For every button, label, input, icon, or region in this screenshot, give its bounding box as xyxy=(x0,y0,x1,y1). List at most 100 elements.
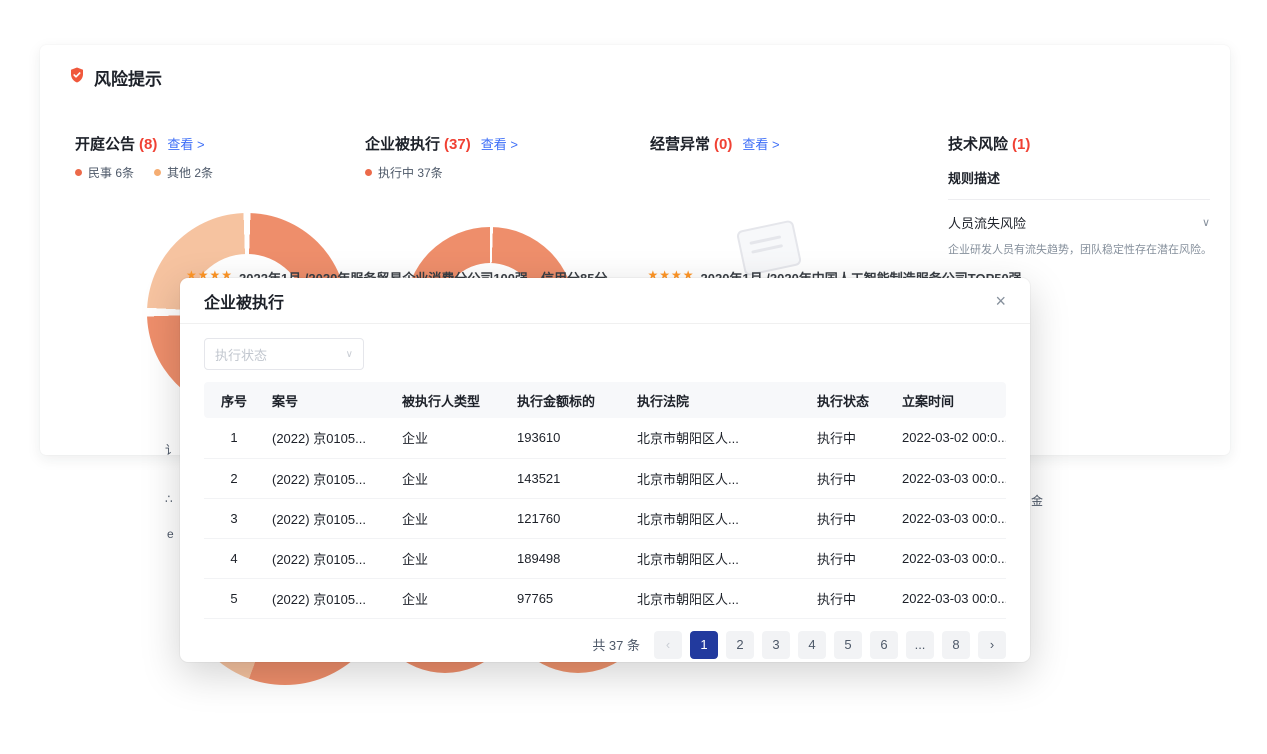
col-header: 案号 xyxy=(264,382,394,418)
table-header-row: 序号 案号 被执行人类型 执行金额标的 执行法院 执行状态 立案时间 xyxy=(204,382,1006,418)
col-label: 技术风险 xyxy=(948,133,1008,154)
rule-description-heading: 规则描述 xyxy=(948,168,1210,187)
cell-status: 执行中 xyxy=(809,418,894,458)
table-row: 4 (2022) 京0105... 企业 189498 北京市朝阳区人... 执… xyxy=(204,538,1006,578)
pagination-page-3[interactable]: 3 xyxy=(762,631,790,659)
risk-panel-header: 风险提示 xyxy=(68,65,162,90)
legend-label: 其他 2条 xyxy=(167,164,213,181)
risk-col-tech-risk: 技术风险 (1) 规则描述 人员流失风险 ∨ 企业研发人员有流失趋势，团队稳定性… xyxy=(948,133,1210,257)
cell-court: 北京市朝阳区人... xyxy=(629,458,809,498)
col-header: 立案时间 xyxy=(894,382,1006,418)
enforcement-table: 序号 案号 被执行人类型 执行金额标的 执行法院 执行状态 立案时间 1 (20… xyxy=(204,382,1006,619)
chevron-down-icon: ∨ xyxy=(346,349,353,360)
cell-case-no: (2022) 京0105... xyxy=(264,458,394,498)
table-row: 2 (2022) 京0105... 企业 143521 北京市朝阳区人... 执… xyxy=(204,458,1006,498)
pagination-page-6[interactable]: 6 xyxy=(870,631,898,659)
enforced-detail-dialog: 企业被执行 × 执行状态 ∨ 序号 案号 被执行人类型 执行金额标的 执行法院 … xyxy=(180,278,1030,662)
cell-index: 3 xyxy=(204,498,264,538)
cell-index: 1 xyxy=(204,418,264,458)
cell-amount: 143521 xyxy=(509,458,629,498)
pagination: 共 37 条 ‹ 1 2 3 4 5 6 ... 8 › xyxy=(204,631,1006,659)
close-icon[interactable]: × xyxy=(995,292,1006,310)
cell-status: 执行中 xyxy=(809,498,894,538)
legend-dot-in-progress xyxy=(365,169,372,176)
tech-risk-item-desc: 企业研发人员有流失趋势，团队稳定性存在潜在风险。 xyxy=(948,241,1210,257)
risk-col-enforced: 企业被执行 (37) 查看 > xyxy=(365,133,518,154)
cell-court: 北京市朝阳区人... xyxy=(629,578,809,618)
table-row: 3 (2022) 京0105... 企业 121760 北京市朝阳区人... 执… xyxy=(204,498,1006,538)
dialog-title: 企业被执行 xyxy=(204,289,284,313)
cell-date: 2022-03-03 00:0... xyxy=(894,458,1006,498)
tech-risk-item[interactable]: 人员流失风险 ∨ xyxy=(948,213,1210,232)
cell-index: 2 xyxy=(204,458,264,498)
col-label: 企业被执行 xyxy=(365,133,440,154)
shield-icon xyxy=(68,66,86,89)
cell-case-no: (2022) 京0105... xyxy=(264,578,394,618)
cell-case-no: (2022) 京0105... xyxy=(264,538,394,578)
col-count: (0) xyxy=(714,136,732,153)
select-placeholder: 执行状态 xyxy=(215,345,267,364)
cell-index: 5 xyxy=(204,578,264,618)
legend-label: 民事 6条 xyxy=(88,164,134,181)
cell-type: 企业 xyxy=(394,418,509,458)
table-row: 5 (2022) 京0105... 企业 97765 北京市朝阳区人... 执行… xyxy=(204,578,1006,618)
court-chart-legend: 民事 6条 其他 2条 xyxy=(75,164,213,181)
cell-status: 执行中 xyxy=(809,578,894,618)
view-link-abnormal[interactable]: 查看 > xyxy=(742,134,779,153)
col-header: 执行法院 xyxy=(629,382,809,418)
col-header: 执行状态 xyxy=(809,382,894,418)
cell-case-no: (2022) 京0105... xyxy=(264,418,394,458)
cell-type: 企业 xyxy=(394,538,509,578)
tech-risk-item-label: 人员流失风险 xyxy=(948,213,1026,232)
enforcement-status-select[interactable]: 执行状态 ∨ xyxy=(204,338,364,370)
cell-court: 北京市朝阳区人... xyxy=(629,418,809,458)
pagination-page-1[interactable]: 1 xyxy=(690,631,718,659)
cell-court: 北京市朝阳区人... xyxy=(629,538,809,578)
pagination-page-5[interactable]: 5 xyxy=(834,631,862,659)
col-header: 被执行人类型 xyxy=(394,382,509,418)
risk-panel-title: 风险提示 xyxy=(94,65,162,90)
cell-amount: 193610 xyxy=(509,418,629,458)
pagination-page-4[interactable]: 4 xyxy=(798,631,826,659)
clipped-text-fragment: ∴ xyxy=(165,492,178,506)
clipped-text-fragment: 金 xyxy=(1031,492,1044,506)
legend-dot-other xyxy=(154,169,161,176)
cell-type: 企业 xyxy=(394,458,509,498)
cell-date: 2022-03-03 00:0... xyxy=(894,538,1006,578)
col-count: (37) xyxy=(444,136,471,153)
legend-dot-civil xyxy=(75,169,82,176)
divider xyxy=(948,199,1210,200)
col-header: 序号 xyxy=(204,382,264,418)
cell-amount: 189498 xyxy=(509,538,629,578)
col-label: 开庭公告 xyxy=(75,133,135,154)
legend-label: 执行中 37条 xyxy=(378,164,443,181)
view-link-enforced[interactable]: 查看 > xyxy=(481,134,518,153)
clipped-text-fragment: e xyxy=(167,527,179,541)
pagination-total: 共 37 条 xyxy=(592,635,640,654)
cell-type: 企业 xyxy=(394,498,509,538)
col-header: 执行金额标的 xyxy=(509,382,629,418)
dialog-header: 企业被执行 × xyxy=(180,278,1030,324)
pagination-ellipsis[interactable]: ... xyxy=(906,631,934,659)
cell-status: 执行中 xyxy=(809,538,894,578)
cell-index: 4 xyxy=(204,538,264,578)
pagination-prev-button[interactable]: ‹ xyxy=(654,631,682,659)
col-label: 经营异常 xyxy=(650,133,710,154)
pagination-page-8[interactable]: 8 xyxy=(942,631,970,659)
table-row: 1 (2022) 京0105... 企业 193610 北京市朝阳区人... 执… xyxy=(204,418,1006,458)
cell-date: 2022-03-03 00:0... xyxy=(894,578,1006,618)
cell-amount: 121760 xyxy=(509,498,629,538)
chevron-down-icon: ∨ xyxy=(1202,216,1210,229)
pagination-next-button[interactable]: › xyxy=(978,631,1006,659)
pagination-page-2[interactable]: 2 xyxy=(726,631,754,659)
cell-case-no: (2022) 京0105... xyxy=(264,498,394,538)
cell-court: 北京市朝阳区人... xyxy=(629,498,809,538)
enforced-chart-legend: 执行中 37条 xyxy=(365,164,443,181)
risk-col-abnormal-operation: 经营异常 (0) 查看 > xyxy=(650,133,780,154)
cell-status: 执行中 xyxy=(809,458,894,498)
cell-type: 企业 xyxy=(394,578,509,618)
clipped-text-fragment: 讠 xyxy=(165,441,178,455)
cell-amount: 97765 xyxy=(509,578,629,618)
view-link-court[interactable]: 查看 > xyxy=(167,134,204,153)
cell-date: 2022-03-03 00:0... xyxy=(894,498,1006,538)
